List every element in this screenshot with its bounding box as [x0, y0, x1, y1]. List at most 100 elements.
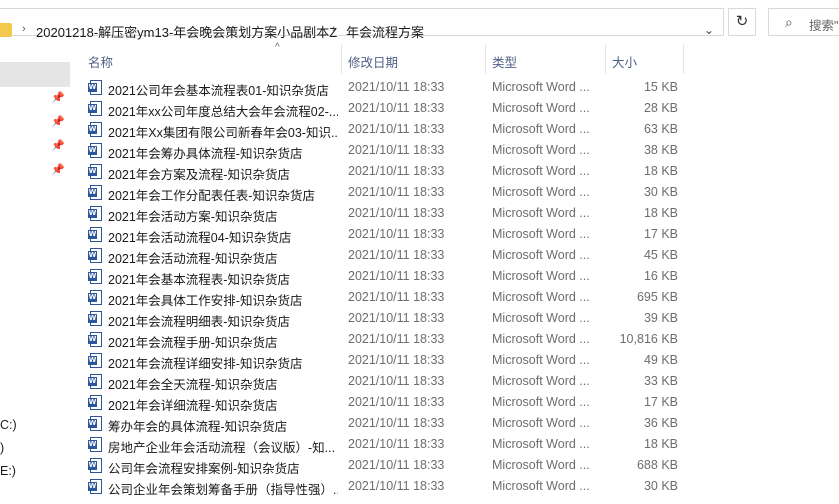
file-row[interactable]: W 筹办年会的具体流程-知识杂货店 2021/10/11 18:33 Microsof…	[70, 413, 839, 434]
nav-drive-c[interactable]: C:)	[0, 418, 17, 432]
file-name[interactable]: 2021年Xx集团有限公司新春年会03-知识...	[108, 122, 338, 141]
pin-icon[interactable]: 📌	[51, 163, 65, 176]
file-date: 2021/10/11 18:33	[348, 332, 445, 346]
file-row[interactable]: W 2021年会全天流程-知识杂货店 2021/10/11 18:33 Microso…	[70, 371, 839, 392]
address-bar[interactable]: › 20201218-解压密ym13-年会晚会策划方案小品剧本Z › 年会流程方…	[0, 8, 724, 40]
chevron-down-icon[interactable]: ⌄	[700, 23, 718, 39]
file-row[interactable]: W 2021年会方案及流程-知识杂货店 2021/10/11 18:33 Micros…	[70, 161, 839, 182]
word-document-icon: W	[88, 80, 102, 95]
file-type: Microsoft Word ...	[492, 437, 590, 451]
file-type: Microsoft Word ...	[492, 416, 590, 430]
file-type: Microsoft Word ...	[492, 374, 590, 388]
file-name[interactable]: 2021年会筹办具体流程-知识杂货店	[108, 143, 338, 162]
file-row[interactable]: W 2021年会活动流程-知识杂货店 2021/10/11 18:33 Microso…	[70, 245, 839, 266]
file-date: 2021/10/11 18:33	[348, 122, 445, 136]
file-name[interactable]: 2021年会工作分配表任表-知识杂货店	[108, 185, 338, 204]
file-date: 2021/10/11 18:33	[348, 206, 445, 220]
file-size: 17 KB	[643, 395, 678, 409]
pin-icon[interactable]: 📌	[51, 115, 65, 128]
word-document-icon: W	[88, 395, 102, 410]
file-name[interactable]: 2021年xx公司年度总结大会年会流程02-...	[108, 101, 338, 120]
file-row[interactable]: W 公司年会流程安排案例-知识杂货店 2021/10/11 18:33 Microso…	[70, 455, 839, 476]
file-name[interactable]: 2021年会全天流程-知识杂货店	[108, 374, 338, 393]
refresh-icon: ↻	[735, 13, 749, 30]
file-date: 2021/10/11 18:33	[348, 437, 445, 451]
word-document-icon: W	[88, 269, 102, 284]
file-type: Microsoft Word ...	[492, 80, 590, 94]
chevron-right-icon[interactable]: ›	[22, 23, 26, 35]
file-type: Microsoft Word ...	[492, 206, 590, 220]
file-row[interactable]: W 2021年会筹办具体流程-知识杂货店 2021/10/11 18:33 Micro…	[70, 140, 839, 161]
file-name[interactable]: 筹办年会的具体流程-知识杂货店	[108, 416, 338, 435]
file-name[interactable]: 2021年会流程手册-知识杂货店	[108, 332, 338, 351]
file-date: 2021/10/11 18:33	[348, 227, 445, 241]
file-type: Microsoft Word ...	[492, 395, 590, 409]
nav-drive-e[interactable]: E:)	[0, 464, 16, 478]
file-type: Microsoft Word ...	[492, 227, 590, 241]
pin-icon[interactable]: 📌	[51, 91, 65, 104]
nav-drive[interactable]: )	[0, 441, 4, 455]
file-date: 2021/10/11 18:33	[348, 290, 445, 304]
file-row[interactable]: W 2021年xx公司年度总结大会年会流程02-... 2021/10/11 18:…	[70, 98, 839, 119]
file-name[interactable]: 公司企业年会策划筹备手册（指导性强）...	[108, 479, 338, 498]
file-type: Microsoft Word ...	[492, 290, 590, 304]
sort-ascending-icon: ^	[275, 42, 280, 53]
file-name[interactable]: 公司年会流程安排案例-知识杂货店	[108, 458, 338, 477]
file-row[interactable]: W 2021年会具体工作安排-知识杂货店 2021/10/11 18:33 Micro…	[70, 287, 839, 308]
file-row[interactable]: W 公司企业年会策划筹备手册（指导性强）... 2021/10/11 18:33 Mi…	[70, 476, 839, 497]
file-name[interactable]: 2021年会活动方案-知识杂货店	[108, 206, 338, 225]
file-size: 18 KB	[643, 437, 678, 451]
file-name[interactable]: 房地产企业年会活动流程（会议版）-知...	[108, 437, 338, 456]
file-date: 2021/10/11 18:33	[348, 185, 445, 199]
file-name[interactable]: 2021年会详细流程-知识杂货店	[108, 395, 338, 414]
file-size: 45 KB	[643, 248, 678, 262]
file-name[interactable]: 2021年会活动流程-知识杂货店	[108, 248, 338, 267]
word-document-icon: W	[88, 353, 102, 368]
file-row[interactable]: W 2021年会活动流程04-知识杂货店 2021/10/11 18:33 Micro…	[70, 224, 839, 245]
search-input[interactable]: ⌕ 搜索"年	[768, 8, 839, 36]
file-row[interactable]: W 房地产企业年会活动流程（会议版）-知... 2021/10/11 18:33 Mi…	[70, 434, 839, 455]
column-header-type[interactable]: 类型	[492, 52, 517, 71]
column-header-size[interactable]: 大小	[612, 52, 637, 71]
search-icon: ⌕	[785, 14, 793, 30]
file-row[interactable]: W 2021年会工作分配表任表-知识杂货店 2021/10/11 18:33 Micr…	[70, 182, 839, 203]
file-row[interactable]: W 2021年会流程详细安排-知识杂货店 2021/10/11 18:33 Micro…	[70, 350, 839, 371]
file-row[interactable]: W 2021年Xx集团有限公司新春年会03-知识... 2021/10/11 18:…	[70, 119, 839, 140]
file-name[interactable]: 2021年会基本流程表-知识杂货店	[108, 269, 338, 288]
word-document-icon: W	[88, 143, 102, 158]
column-header-name[interactable]: 名称	[88, 52, 113, 71]
file-name[interactable]: 2021年会具体工作安排-知识杂货店	[108, 290, 338, 309]
file-row[interactable]: W 2021年会流程手册-知识杂货店 2021/10/11 18:33 Microso…	[70, 329, 839, 350]
breadcrumb-current-folder[interactable]: 年会流程方案	[346, 22, 424, 41]
column-divider[interactable]	[605, 44, 606, 74]
file-name[interactable]: 2021年会流程详细安排-知识杂货店	[108, 353, 338, 372]
nav-selected-item[interactable]	[0, 62, 70, 87]
folder-icon	[0, 23, 12, 37]
file-name[interactable]: 2021年会活动流程04-知识杂货店	[108, 227, 338, 246]
file-row[interactable]: W 2021公司年会基本流程表01-知识杂货店 2021/10/11 18:33 Mi…	[70, 77, 839, 98]
file-name[interactable]: 2021公司年会基本流程表01-知识杂货店	[108, 80, 338, 99]
word-document-icon: W	[88, 290, 102, 305]
chevron-right-icon[interactable]: ›	[332, 23, 336, 35]
file-size: 49 KB	[643, 353, 678, 367]
file-row[interactable]: W 2021年会活动方案-知识杂货店 2021/10/11 18:33 Microso…	[70, 203, 839, 224]
file-name[interactable]: 2021年会方案及流程-知识杂货店	[108, 164, 338, 183]
column-divider[interactable]	[341, 44, 342, 74]
file-row[interactable]: W 2021年会基本流程表-知识杂货店 2021/10/11 18:33 Micros…	[70, 266, 839, 287]
column-divider[interactable]	[683, 44, 684, 74]
file-type: Microsoft Word ...	[492, 143, 590, 157]
file-size: 10,816 KB	[619, 332, 678, 346]
file-size: 15 KB	[643, 80, 678, 94]
pin-icon[interactable]: 📌	[51, 139, 65, 152]
file-row[interactable]: W 2021年会详细流程-知识杂货店 2021/10/11 18:33 Microso…	[70, 392, 839, 413]
file-size: 30 KB	[643, 479, 678, 493]
file-row[interactable]: W 2021年会流程明细表-知识杂货店 2021/10/11 18:33 Micros…	[70, 308, 839, 329]
column-divider[interactable]	[485, 44, 486, 74]
breadcrumb-parent-folder[interactable]: 20201218-解压密ym13-年会晚会策划方案小品剧本Z	[36, 22, 337, 41]
word-document-icon: W	[88, 311, 102, 326]
file-type: Microsoft Word ...	[492, 311, 590, 325]
column-header-date[interactable]: 修改日期	[348, 52, 398, 71]
file-name[interactable]: 2021年会流程明细表-知识杂货店	[108, 311, 338, 330]
refresh-button[interactable]: ↻	[728, 8, 756, 36]
word-document-icon: W	[88, 122, 102, 137]
